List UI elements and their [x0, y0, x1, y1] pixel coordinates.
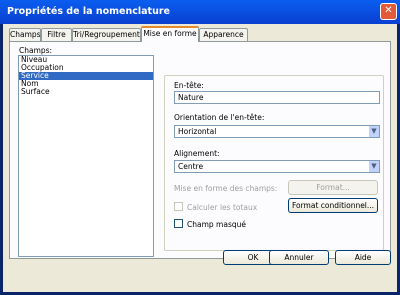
list-item[interactable]: Surface — [19, 88, 153, 96]
chevron-down-icon[interactable]: ▼ — [368, 126, 379, 137]
cancel-button[interactable]: Annuler — [269, 250, 329, 265]
orientation-select[interactable]: Horizontal ▼ — [174, 125, 380, 138]
hidden-field-checkbox[interactable] — [174, 219, 183, 228]
hidden-field-label: Champ masqué — [187, 220, 246, 229]
calc-totals-label: Calculer les totaux — [187, 203, 258, 212]
tab-champs[interactable]: Champs — [9, 28, 41, 41]
tab-tri-regroupement[interactable]: Tri/Regroupement — [72, 28, 141, 41]
field-format-label: Mise en forme des champs: — [174, 184, 278, 193]
list-item-selected[interactable]: Service — [19, 72, 153, 80]
window-title: Propriétés de la nomenclature — [7, 6, 170, 17]
alignment-select[interactable]: Centre ▼ — [174, 160, 380, 173]
orientation-label: Orientation de l'en-tête: — [174, 113, 265, 122]
help-button[interactable]: Aide — [335, 250, 391, 265]
calc-totals-checkbox[interactable] — [174, 202, 183, 211]
fields-list[interactable]: Niveau Occupation Service Nom Surface — [18, 55, 154, 257]
title-bar[interactable]: Propriétés de la nomenclature ✕ — [0, 0, 400, 24]
alignment-label: Alignement: — [174, 149, 220, 158]
orientation-value: Horizontal — [178, 127, 217, 136]
alignment-value: Centre — [178, 162, 204, 171]
format-group: En-tête: Nature Orientation de l'en-tête… — [164, 75, 384, 251]
chevron-down-icon[interactable]: ▼ — [368, 161, 379, 172]
tab-filtre[interactable]: Filtre — [41, 28, 72, 41]
conditional-format-button[interactable]: Format conditionnel... — [288, 198, 378, 213]
close-icon[interactable]: ✕ — [380, 3, 397, 20]
properties-dialog: Propriétés de la nomenclature ✕ Champs F… — [0, 0, 400, 295]
tab-mise-en-forme[interactable]: Mise en forme — [141, 26, 199, 42]
fields-label: Champs: — [19, 46, 53, 55]
tab-panel: Champs: Niveau Occupation Service Nom Su… — [9, 41, 391, 259]
header-input[interactable]: Nature — [174, 91, 380, 104]
tab-apparence[interactable]: Apparence — [199, 28, 248, 41]
dialog-body: Champs Filtre Tri/Regroupement Mise en f… — [3, 24, 397, 292]
format-button[interactable]: Format... — [288, 180, 378, 195]
header-label: En-tête: — [174, 81, 204, 90]
